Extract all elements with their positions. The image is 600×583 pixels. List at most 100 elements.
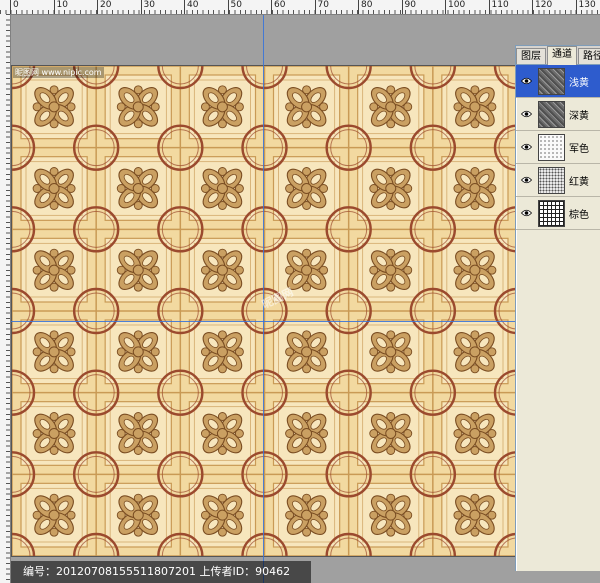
flower-motif xyxy=(200,330,244,374)
floor-tile xyxy=(357,319,425,385)
flower-motif xyxy=(32,85,76,129)
tab-layers[interactable]: 图层 xyxy=(516,48,546,64)
floor-tile xyxy=(188,482,257,548)
flower-motif xyxy=(285,412,329,455)
floor-tile xyxy=(357,237,425,303)
layer-name: 军色 xyxy=(569,143,589,155)
floor-tile xyxy=(441,482,509,548)
floor-tile xyxy=(357,156,425,221)
floor-tile xyxy=(20,74,88,140)
layer-thumbnail xyxy=(538,199,565,227)
flower-motif xyxy=(285,85,329,129)
floor-tile xyxy=(20,482,88,548)
flower-motif xyxy=(32,493,76,537)
eye-icon[interactable] xyxy=(520,141,532,153)
floor-tile xyxy=(188,319,257,385)
flower-motif xyxy=(369,167,413,210)
tile-pattern xyxy=(12,66,517,556)
canvas-workspace[interactable]: 昵图网 www.nipic.com 编号：2012070815551180720… xyxy=(11,15,600,583)
layer-name: 浅黄 xyxy=(569,77,589,89)
ruler-label: 120 xyxy=(532,0,552,14)
ruler-label: 50 xyxy=(227,0,242,14)
floor-tile xyxy=(20,237,88,303)
floor-tile xyxy=(188,156,257,221)
floor-tile xyxy=(272,237,341,303)
eye-icon[interactable] xyxy=(520,108,532,120)
flower-motif xyxy=(453,330,497,374)
flower-motif xyxy=(116,248,160,292)
flower-motif xyxy=(453,493,497,537)
flower-motif xyxy=(453,412,497,455)
vertical-ruler xyxy=(0,14,11,583)
ruler-label: 70 xyxy=(314,0,329,14)
flower-motif xyxy=(200,412,244,455)
eye-icon[interactable] xyxy=(520,174,532,186)
flower-motif xyxy=(116,167,160,210)
horizontal-guide[interactable] xyxy=(11,321,516,322)
tab-paths[interactable]: 路径 xyxy=(578,48,600,64)
floor-tile xyxy=(441,74,509,140)
floor-tile xyxy=(357,401,425,466)
layer-row[interactable]: 深黄 xyxy=(516,98,600,131)
floor-tile xyxy=(272,156,341,221)
floor-tile xyxy=(272,401,341,466)
ruler-label: 110 xyxy=(488,0,509,14)
eye-icon[interactable] xyxy=(520,75,532,87)
floor-tile xyxy=(441,237,509,303)
panel-tabs: 图层 通道 路径 xyxy=(516,46,600,65)
floor-tile xyxy=(104,74,172,140)
layer-row[interactable]: 红黄 xyxy=(516,164,600,197)
ruler-label: 80 xyxy=(358,0,372,14)
floor-tile xyxy=(188,74,257,140)
layer-thumbnail xyxy=(538,166,565,194)
layer-row[interactable]: 棕色 xyxy=(516,197,600,230)
flower-motif xyxy=(200,167,244,210)
flower-motif xyxy=(116,412,160,455)
flower-motif xyxy=(285,330,329,374)
floor-tile xyxy=(104,401,172,466)
tab-channels[interactable]: 通道 xyxy=(547,46,577,65)
flower-motif xyxy=(200,85,244,129)
ruler-label: 130 xyxy=(575,0,596,14)
document-canvas[interactable]: 昵图网 www.nipic.com xyxy=(11,65,518,557)
floor-tile xyxy=(357,482,425,548)
vertical-guide[interactable] xyxy=(263,15,264,583)
eye-icon[interactable] xyxy=(520,207,532,219)
flower-motif xyxy=(369,412,413,455)
flower-motif xyxy=(116,330,160,374)
flower-motif xyxy=(285,248,329,292)
flower-motif xyxy=(32,248,76,292)
flower-motif xyxy=(369,85,413,129)
flower-motif xyxy=(32,167,76,210)
floor-tile xyxy=(20,319,88,385)
flower-motif xyxy=(369,248,413,292)
ruler-label: 100 xyxy=(445,0,465,14)
floor-tile xyxy=(188,401,257,466)
floor-tile xyxy=(441,319,509,385)
floor-tile xyxy=(441,401,509,466)
layer-name: 红黄 xyxy=(569,176,589,188)
flower-motif xyxy=(200,248,244,292)
flower-motif xyxy=(116,85,160,129)
ruler-label: 0 xyxy=(10,0,19,14)
layer-thumbnail xyxy=(538,100,565,128)
layer-row[interactable]: 军色 xyxy=(516,131,600,164)
floor-tile xyxy=(104,482,172,548)
layers-panel: 图层 通道 路径 浅黄 深黄 军色 红黄 棕色 xyxy=(515,45,600,571)
flower-motif xyxy=(32,412,76,455)
flower-motif xyxy=(369,493,413,537)
layer-row[interactable]: 浅黄 xyxy=(516,65,600,98)
floor-tile xyxy=(441,156,509,221)
floor-tile xyxy=(188,237,257,303)
layer-list: 浅黄 深黄 军色 红黄 棕色 xyxy=(516,65,600,230)
flower-motif xyxy=(453,85,497,129)
layer-name: 深黄 xyxy=(569,110,589,122)
ruler-label: 40 xyxy=(184,0,198,14)
layer-thumbnail xyxy=(538,133,565,161)
flower-motif xyxy=(285,167,329,210)
floor-tile xyxy=(20,156,88,221)
ruler-label: 60 xyxy=(271,0,285,14)
floor-tile xyxy=(357,74,425,140)
floor-tile xyxy=(20,401,88,466)
ruler-label: 20 xyxy=(97,0,111,14)
